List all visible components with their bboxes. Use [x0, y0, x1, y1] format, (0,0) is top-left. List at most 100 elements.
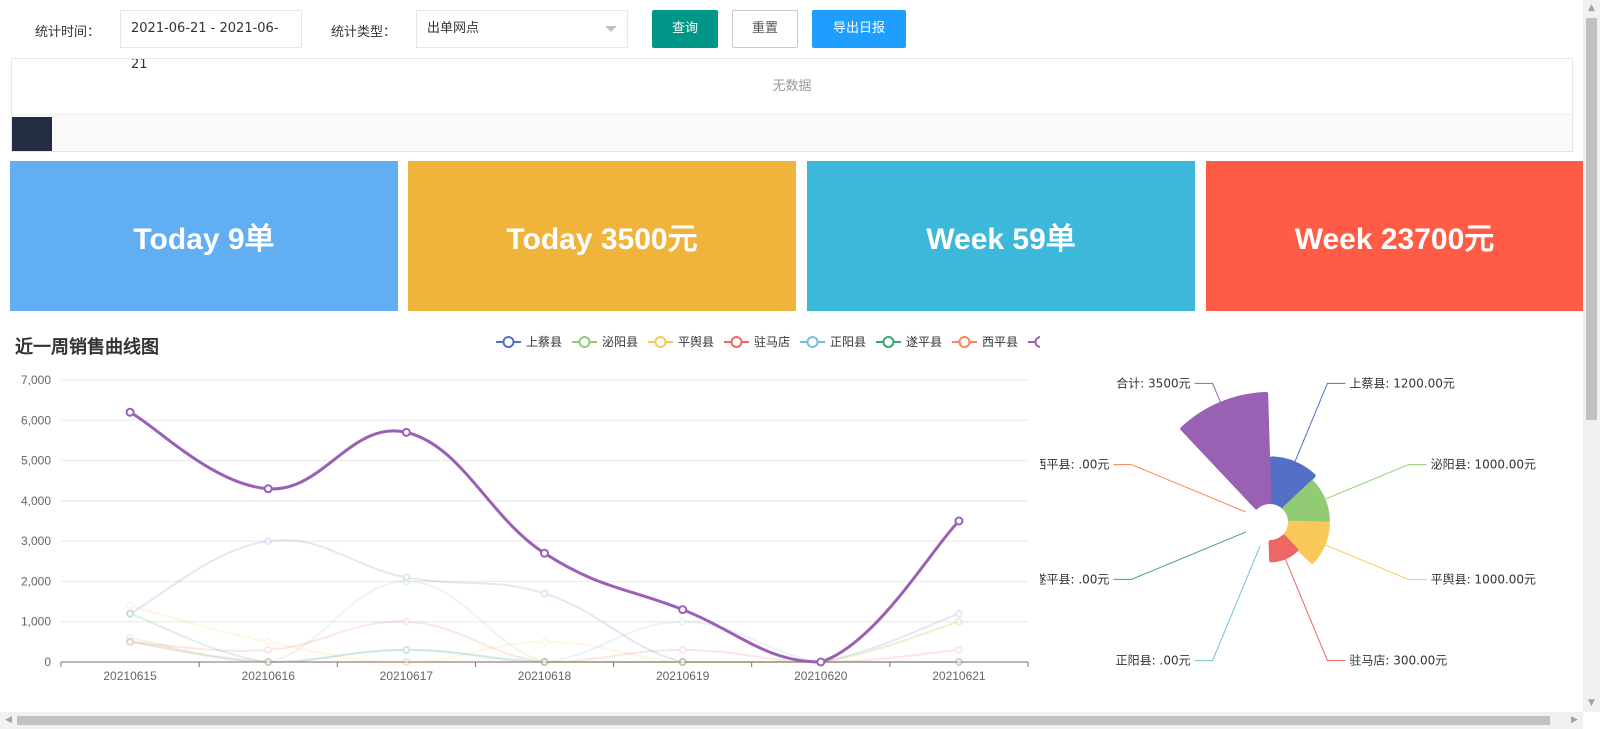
- legend-item[interactable]: 合计: [1028, 334, 1040, 349]
- reset-button[interactable]: 重置: [732, 10, 798, 48]
- y-tick-label: 1,000: [21, 615, 51, 629]
- chevron-down-icon: [605, 26, 617, 32]
- type-select[interactable]: 出单网点: [416, 10, 628, 48]
- type-label: 统计类型：: [331, 25, 397, 40]
- legend-item[interactable]: 遂平县: [876, 335, 942, 349]
- data-point: [264, 645, 273, 654]
- slice-label: 平舆县: 1000.00元: [1431, 571, 1536, 586]
- legend-item[interactable]: 泌阳县: [572, 335, 638, 349]
- data-point: [816, 657, 826, 667]
- rose-pie-chart: 上蔡县: 1200.00元泌阳县: 1000.00元平舆县: 1000.00元驻…: [1040, 375, 1536, 668]
- legend-item[interactable]: 平舆县: [648, 334, 714, 349]
- legend-item[interactable]: 西平县: [952, 335, 1018, 349]
- scroll-up-icon[interactable]: ▲: [1583, 0, 1600, 17]
- data-point: [264, 637, 273, 646]
- vertical-scroll-thumb[interactable]: [1586, 18, 1597, 420]
- x-tick-label: 20210619: [656, 669, 710, 683]
- slice-label: 上蔡县: 1200.00元: [1349, 376, 1454, 390]
- query-button[interactable]: 查询: [652, 10, 718, 48]
- x-tick-label: 20210616: [242, 669, 296, 683]
- y-tick-label: 2,000: [21, 574, 51, 588]
- no-data-text: 无数据: [12, 59, 1572, 115]
- series-合计: [125, 407, 964, 667]
- scroll-down-icon[interactable]: ▼: [1583, 695, 1600, 712]
- slice-label: 驻马店: 300.00元: [1349, 653, 1447, 668]
- y-tick-label: 7,000: [21, 373, 51, 387]
- data-point: [540, 658, 549, 666]
- label-line: [1323, 464, 1427, 501]
- data-point: [126, 601, 135, 610]
- table-footer: [12, 115, 1572, 151]
- y-tick-label: 6,000: [21, 413, 51, 427]
- legend-label: 泌阳县: [602, 335, 638, 349]
- legend-item[interactable]: 上蔡县: [496, 335, 562, 349]
- slice-label: 正阳县: .00元: [1116, 654, 1191, 668]
- horizontal-scroll-thumb[interactable]: [17, 716, 1550, 725]
- data-point: [264, 537, 273, 546]
- data-point: [954, 609, 963, 618]
- legend-marker: [502, 336, 515, 348]
- date-range-input[interactable]: 2021-06-21 - 2021-06-21: [120, 10, 302, 72]
- line-chart: 0 1,000 2,000 3,000 4,000 5,000 6,000 7,000 2021…: [21, 334, 1040, 683]
- x-tick-label: 20210621: [932, 669, 986, 683]
- legend-label: 驻马店: [754, 334, 790, 349]
- data-point: [678, 617, 687, 626]
- legend-marker: [882, 336, 895, 348]
- time-label: 统计时间：: [35, 25, 101, 40]
- x-tick-label: 20210620: [794, 669, 848, 683]
- slice-label: 合计: 3500元: [1116, 375, 1190, 390]
- label-line: [1323, 543, 1427, 580]
- data-point: [402, 658, 411, 666]
- slice-label: 泌阳县: 1000.00元: [1431, 458, 1536, 472]
- x-tick-label: 20210615: [103, 669, 157, 683]
- legend-item[interactable]: 驻马店: [724, 334, 790, 349]
- data-table: 无数据: [11, 58, 1573, 152]
- data-point: [540, 548, 549, 558]
- y-tick-label: 5,000: [21, 454, 51, 468]
- data-point: [402, 577, 411, 586]
- vertical-scrollbar[interactable]: ▲ ▼: [1583, 0, 1600, 712]
- data-point: [954, 516, 964, 526]
- legend-label: 遂平县: [906, 335, 942, 349]
- label-line: [1293, 382, 1346, 464]
- table-footer-block: [12, 117, 52, 151]
- slice-label: 遂平县: .00元: [1040, 572, 1109, 586]
- stat-card-week-revenue: Week 23700元: [1206, 161, 1583, 311]
- legend-marker: [730, 336, 743, 348]
- legend-marker: [654, 336, 667, 348]
- label-line: [1113, 531, 1247, 580]
- series-line: [129, 604, 960, 664]
- data-point: [126, 609, 135, 618]
- scroll-left-icon[interactable]: ◀: [0, 712, 17, 729]
- stat-card-today-revenue: Today 3500元: [408, 161, 796, 311]
- data-point: [540, 637, 549, 646]
- data-point: [954, 617, 963, 626]
- data-point: [954, 645, 963, 654]
- legend-marker: [806, 336, 819, 348]
- legend-item[interactable]: 正阳县: [800, 335, 866, 349]
- legend-marker: [958, 336, 971, 348]
- data-point: [126, 637, 135, 646]
- type-select-value: 出单网点: [427, 21, 480, 36]
- label-line: [1194, 545, 1261, 662]
- slice-label: 西平县: .00元: [1040, 458, 1109, 472]
- legend-label: 平舆县: [678, 334, 714, 349]
- y-tick-label: 4,000: [21, 494, 51, 508]
- legend-label: 上蔡县: [526, 335, 562, 349]
- data-point: [263, 484, 273, 494]
- data-point: [540, 589, 549, 598]
- label-line: [1194, 382, 1222, 404]
- data-point: [678, 658, 687, 666]
- rose-slice: [1180, 392, 1272, 510]
- series-line: [129, 410, 961, 664]
- legend-label: 正阳县: [830, 335, 866, 349]
- stat-card-today-orders: Today 9单: [10, 161, 398, 311]
- export-report-button[interactable]: 导出日报: [812, 10, 906, 48]
- data-point: [125, 407, 135, 417]
- data-point: [402, 645, 411, 654]
- data-point: [402, 617, 411, 626]
- horizontal-scrollbar[interactable]: ◀ ▶: [0, 712, 1583, 729]
- legend-marker: [578, 336, 591, 348]
- stat-card-week-orders: Week 59单: [807, 161, 1195, 311]
- scroll-right-icon[interactable]: ▶: [1566, 712, 1583, 729]
